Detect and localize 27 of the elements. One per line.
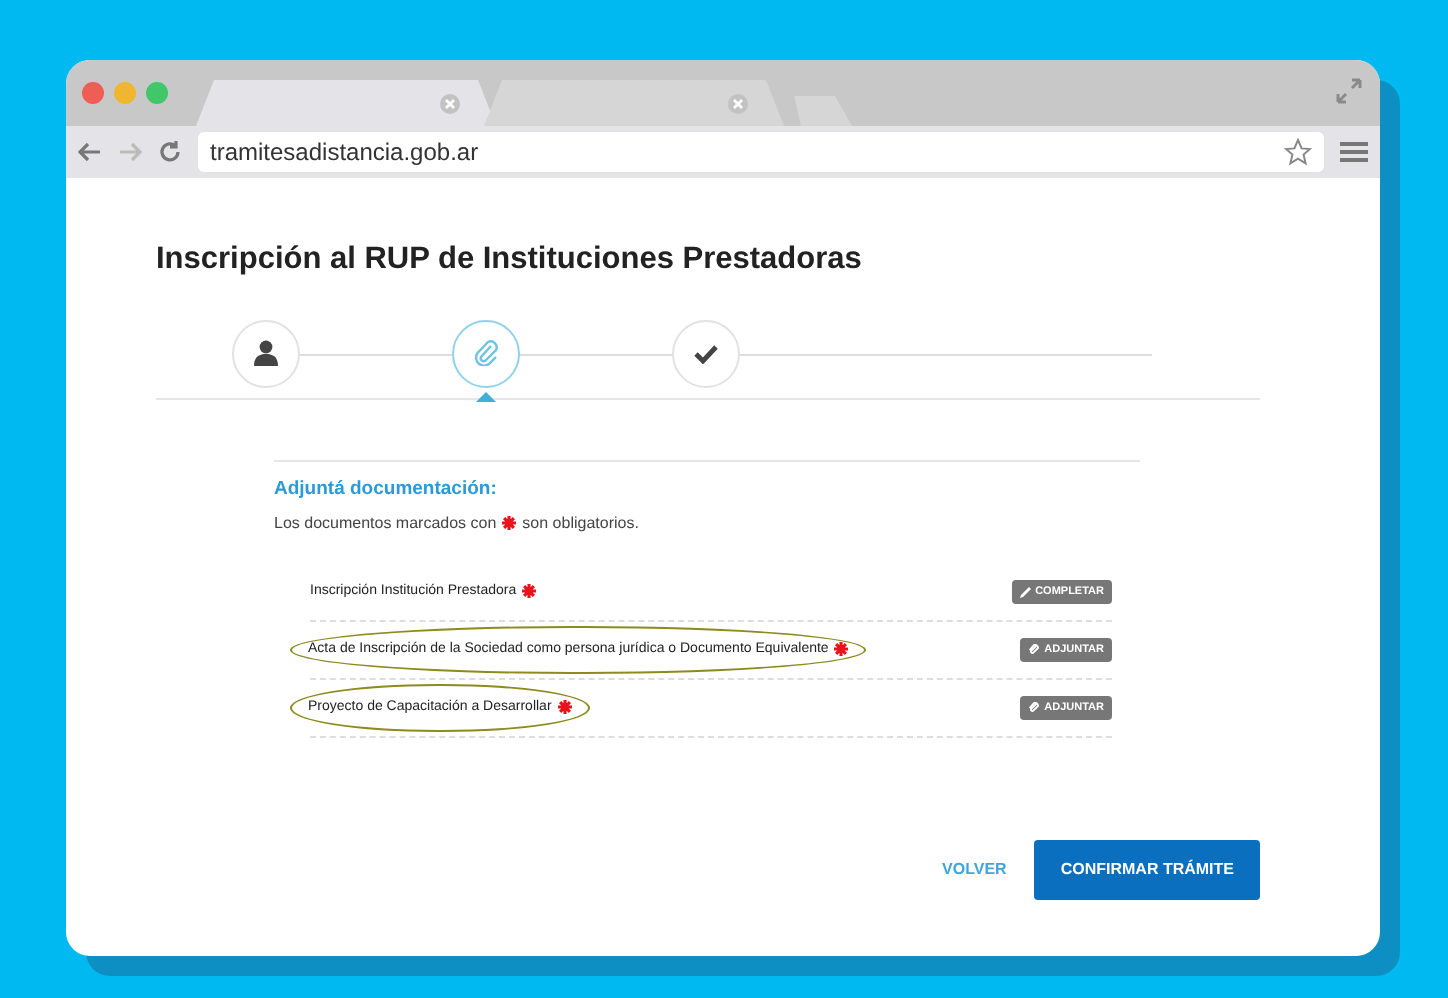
- paperclip-icon: [1028, 701, 1041, 714]
- back-link[interactable]: VOLVER: [942, 858, 1007, 882]
- user-icon: [254, 340, 278, 367]
- note-text: son obligatorios.: [522, 511, 639, 536]
- expand-icon[interactable]: [1336, 78, 1362, 104]
- close-icon[interactable]: [728, 93, 748, 113]
- confirm-button[interactable]: CONFIRMAR TRÁMITE: [1034, 840, 1260, 900]
- minimize-window-icon[interactable]: [114, 82, 136, 104]
- maximize-window-icon[interactable]: [146, 82, 168, 104]
- step-button[interactable]: [232, 319, 300, 388]
- forward-arrow-icon[interactable]: [118, 142, 142, 162]
- step-button[interactable]: [672, 319, 740, 388]
- section-title: Adjuntá documentación:: [274, 475, 499, 504]
- back-arrow-icon[interactable]: [78, 142, 102, 162]
- paperclip-icon: [1028, 643, 1041, 656]
- star-icon[interactable]: [1284, 138, 1312, 166]
- menu-icon[interactable]: [1340, 140, 1368, 164]
- close-window-icon[interactable]: [82, 82, 104, 104]
- paperclip-icon: [473, 340, 499, 367]
- required-icon: [502, 516, 517, 531]
- reload-icon[interactable]: [158, 140, 182, 164]
- check-icon: [694, 343, 718, 364]
- close-icon[interactable]: [440, 93, 460, 113]
- pencil-icon: [1019, 585, 1032, 598]
- browser-tab[interactable]: [484, 80, 784, 126]
- page-title: Inscripción al RUP de Instituciones Prestadoras: [156, 242, 864, 280]
- note-text: Los documentos marcados con: [274, 511, 497, 536]
